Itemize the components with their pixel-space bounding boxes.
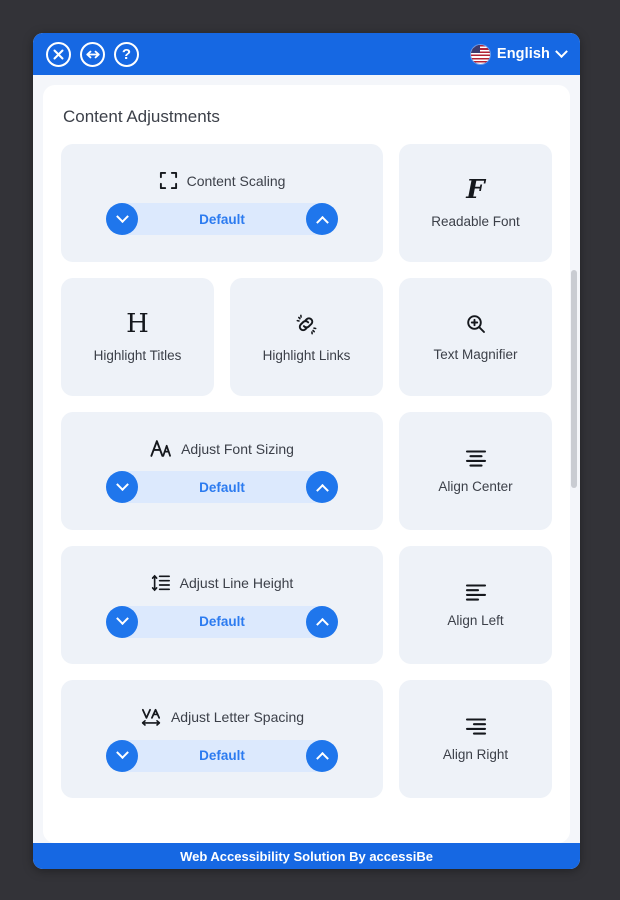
text-magnifier-icon: [466, 315, 485, 333]
card-highlight-titles[interactable]: H Highlight Titles: [61, 278, 214, 396]
us-flag-icon: [470, 44, 490, 64]
scrollbar-thumb[interactable]: [571, 270, 577, 488]
adjust-font-sizing-decrease-button[interactable]: [106, 471, 138, 503]
card-align-right[interactable]: Align Right: [399, 680, 552, 798]
adjust-font-sizing-increase-button[interactable]: [306, 471, 338, 503]
widget-footer[interactable]: Web Accessibility Solution By accessiBe: [33, 843, 580, 869]
chevron-down-icon: [555, 44, 568, 58]
chevron-down-icon: [115, 209, 129, 223]
page-title: Content Adjustments: [63, 107, 220, 126]
language-selector[interactable]: English: [470, 44, 568, 64]
adjust-line-height-stepper[interactable]: Default: [106, 605, 338, 638]
adjust-line-height-increase-button[interactable]: [306, 605, 338, 638]
chevron-up-icon: [315, 617, 329, 631]
card-label: Highlight Links: [262, 347, 351, 363]
content-scaling-stepper[interactable]: Default: [106, 203, 338, 235]
card-adjust-letter-spacing[interactable]: Adjust Letter Spacing Default: [61, 680, 383, 798]
card-text-magnifier[interactable]: Text Magnifier: [399, 278, 552, 396]
align-left-icon: [465, 584, 486, 601]
accessibility-widget: ? English Content Adjustments Content Sc…: [33, 33, 580, 869]
resize-horizontal-icon: [85, 50, 100, 58]
close-button[interactable]: [46, 41, 71, 67]
card-header: Content Scaling: [159, 171, 286, 190]
card-align-center[interactable]: Align Center: [399, 412, 552, 530]
card-highlight-links[interactable]: Highlight Links: [230, 278, 383, 396]
chevron-down-icon: [115, 612, 129, 626]
align-right-icon: [465, 718, 486, 735]
adjust-letter-spacing-value: Default: [199, 748, 245, 763]
card-header: Adjust Font Sizing: [150, 439, 294, 458]
card-align-left[interactable]: Align Left: [399, 546, 552, 664]
content-scaling-value: Default: [199, 211, 245, 227]
card-adjust-line-height[interactable]: Adjust Line Height Default: [61, 546, 383, 664]
content-scaling-icon: [159, 171, 177, 190]
adjust-line-height-value: Default: [199, 614, 245, 629]
adjust-line-height-icon: [151, 574, 170, 591]
chevron-up-icon: [315, 483, 329, 497]
card-adjust-font-sizing[interactable]: Adjust Font Sizing Default: [61, 412, 383, 530]
card-readable-font[interactable]: F Readable Font: [399, 144, 552, 262]
adjust-font-sizing-icon: [150, 440, 172, 457]
adjust-letter-spacing-icon: [141, 708, 161, 726]
adjust-font-sizing-stepper[interactable]: Default: [106, 471, 338, 503]
card-label: Adjust Letter Spacing: [170, 708, 305, 725]
adjust-letter-spacing-decrease-button[interactable]: [106, 739, 138, 772]
card-label: Align Center: [438, 479, 513, 494]
highlight-titles-icon: H: [126, 309, 149, 339]
card-label: Text Magnifier: [433, 347, 518, 362]
widget-header: ? English: [33, 33, 580, 75]
adjust-letter-spacing-stepper[interactable]: Default: [106, 739, 338, 772]
adjustments-grid: Content Scaling Default F Readable Font …: [61, 144, 552, 798]
chevron-down-icon: [115, 477, 129, 491]
adjust-letter-spacing-increase-button[interactable]: [306, 739, 338, 772]
card-label: Adjust Font Sizing: [181, 440, 294, 457]
card-label: Adjust Line Height: [179, 574, 294, 591]
card-label: Readable Font: [431, 214, 520, 229]
card-content-scaling[interactable]: Content Scaling Default: [61, 144, 383, 262]
help-button[interactable]: ?: [114, 41, 139, 67]
widget-body: Content Adjustments Content Scaling Defa…: [33, 75, 580, 843]
close-icon: [53, 49, 64, 59]
card-header: Adjust Line Height: [151, 573, 294, 593]
highlight-links-icon: [296, 314, 317, 334]
language-label: English: [496, 46, 550, 62]
adjust-font-sizing-value: Default: [199, 479, 245, 495]
chevron-up-icon: [315, 751, 329, 765]
content-scaling-decrease-button[interactable]: [106, 203, 138, 235]
content-adjustments-panel: Content Adjustments Content Scaling Defa…: [43, 85, 570, 843]
resize-button[interactable]: [80, 41, 105, 67]
card-header: Adjust Letter Spacing: [140, 707, 304, 727]
scrollbar[interactable]: [570, 75, 578, 843]
readable-font-icon: F: [466, 175, 485, 205]
align-center-icon: [465, 450, 486, 467]
chevron-up-icon: [315, 215, 329, 229]
card-label: Align Right: [442, 747, 509, 762]
content-scaling-increase-button[interactable]: [306, 203, 338, 235]
header-actions: ?: [46, 41, 139, 67]
card-label: Highlight Titles: [93, 348, 182, 363]
question-mark-icon: ?: [121, 45, 132, 63]
footer-label: Web Accessibility Solution By accessiBe: [180, 848, 433, 864]
card-label: Align Left: [447, 613, 504, 628]
card-label: Content Scaling: [186, 172, 286, 189]
chevron-down-icon: [115, 746, 129, 760]
adjust-line-height-decrease-button[interactable]: [106, 605, 138, 638]
